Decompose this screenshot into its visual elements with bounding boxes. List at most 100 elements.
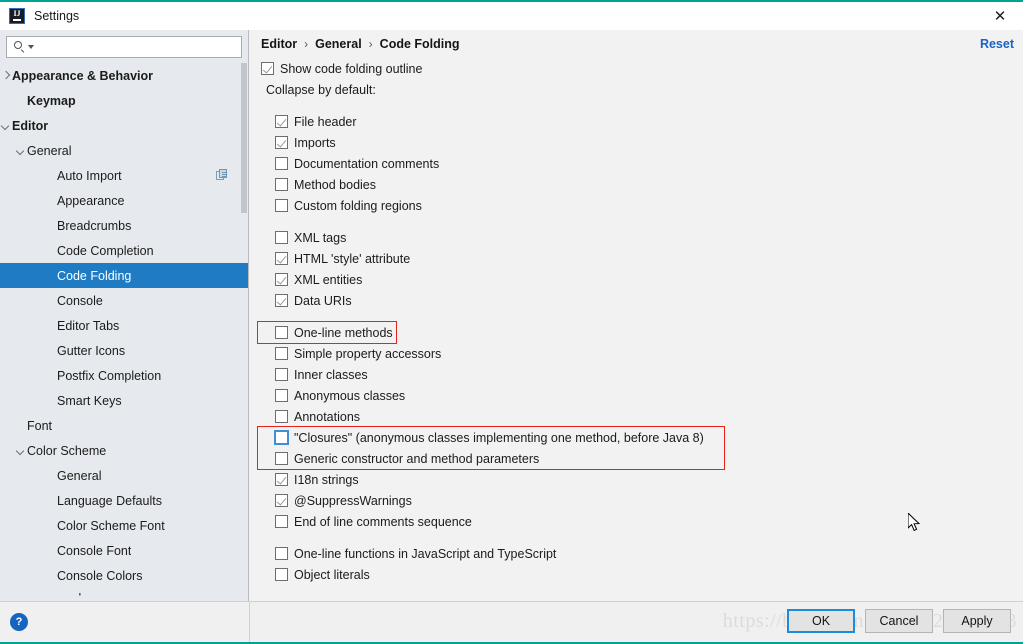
checkbox-row-documentation-comments[interactable]: Documentation comments [261, 153, 1023, 174]
sidebar-item-label: Console Font [57, 543, 132, 558]
checkbox-icon[interactable] [275, 115, 288, 128]
chevron-down-icon[interactable] [15, 445, 26, 456]
search-container [0, 30, 248, 63]
checkbox-row-object-literals[interactable]: Object literals [261, 564, 1023, 585]
sidebar-item-console[interactable]: Console [0, 288, 248, 313]
checkbox-row-i18n-strings[interactable]: I18n strings [261, 469, 1023, 490]
checkbox-icon[interactable] [275, 157, 288, 170]
sidebar-item-appearance-behavior[interactable]: Appearance & Behavior [0, 63, 248, 88]
checkbox-row-anonymous-classes[interactable]: Anonymous classes [261, 385, 1023, 406]
checkbox-row-annotations[interactable]: Annotations [261, 406, 1023, 427]
checkbox-row-xml-entities[interactable]: XML entities [261, 269, 1023, 290]
sidebar-item-appearance[interactable]: Appearance [0, 188, 248, 213]
checkbox-icon[interactable] [275, 473, 288, 486]
checkbox-icon[interactable] [275, 431, 288, 444]
checkbox-row-generic-constructor-and-method-parameter[interactable]: Generic constructor and method parameter… [261, 448, 1023, 469]
checkbox-icon[interactable] [275, 273, 288, 286]
checkbox-icon[interactable] [275, 252, 288, 265]
sidebar-item-label: Font [27, 418, 53, 433]
sidebar-scrollbar-thumb[interactable] [241, 63, 247, 213]
checkbox-row-end-of-line-comments-sequence[interactable]: End of line comments sequence [261, 511, 1023, 532]
checkbox-label: Generic constructor and method parameter… [294, 451, 540, 466]
checkbox-label: Inner classes [294, 367, 368, 382]
checkbox-icon[interactable] [275, 231, 288, 244]
checkbox-row-html-style-attribute[interactable]: HTML 'style' attribute [261, 248, 1023, 269]
checkbox-icon[interactable] [275, 178, 288, 191]
checkbox-icon[interactable] [275, 368, 288, 381]
sidebar-item-label: Gutter Icons [57, 343, 126, 358]
breadcrumb-item-general[interactable]: General [315, 37, 362, 51]
checkbox-row-show-code-folding-outline[interactable]: Show code folding outline [261, 58, 1023, 79]
checkbox-row-one-line-methods[interactable]: One-line methods [261, 322, 1023, 343]
sidebar-item-breadcrumbs[interactable]: Breadcrumbs [0, 213, 248, 238]
sidebar-scrollbar[interactable] [241, 63, 248, 601]
sidebar-item-editor-tabs[interactable]: Editor Tabs [0, 313, 248, 338]
checkbox-row-method-bodies[interactable]: Method bodies [261, 174, 1023, 195]
settings-tree[interactable]: Appearance & Behavior Keymap Editor General… [0, 63, 248, 601]
sidebar-item-keymap[interactable]: Keymap [0, 88, 248, 113]
sidebar-item-code-folding[interactable]: Code Folding [0, 263, 248, 288]
sidebar-item-label: Language Defaults [57, 493, 162, 508]
sidebar-item-label: Color Scheme Font [57, 518, 165, 533]
sidebar-item-postfix-completion[interactable]: Postfix Completion [0, 363, 248, 388]
checkbox-row-one-line-functions-in-javascript-and-typ[interactable]: One-line functions in JavaScript and Typ… [261, 543, 1023, 564]
breadcrumb-item-editor[interactable]: Editor [261, 37, 297, 51]
sidebar-item-label: Color Scheme [27, 443, 107, 458]
checkbox-row-suppresswarnings[interactable]: @SuppressWarnings [261, 490, 1023, 511]
sidebar-item-general[interactable]: General [0, 463, 248, 488]
sidebar-item-color-scheme-font[interactable]: Color Scheme Font [0, 513, 248, 538]
sidebar-item-editor[interactable]: Editor [0, 113, 248, 138]
checkbox-icon[interactable] [275, 410, 288, 423]
checkbox-row-imports[interactable]: Imports [261, 132, 1023, 153]
sidebar-item-font[interactable]: Font [0, 413, 248, 438]
tree-item-clipped[interactable]: Scopes [0, 593, 248, 601]
checkbox-row-custom-folding-regions[interactable]: Custom folding regions [261, 195, 1023, 216]
search-box[interactable] [6, 36, 242, 58]
close-icon[interactable]: ✕ [977, 2, 1023, 30]
sidebar-item-code-completion[interactable]: Code Completion [0, 238, 248, 263]
cancel-button[interactable]: Cancel [865, 609, 933, 633]
checkbox-row-inner-classes[interactable]: Inner classes [261, 364, 1023, 385]
checkbox-icon[interactable] [261, 62, 274, 75]
checkbox-icon[interactable] [275, 347, 288, 360]
chevron-down-icon[interactable] [0, 120, 11, 131]
help-icon[interactable]: ? [10, 613, 28, 631]
sidebar-item-console-font[interactable]: Console Font [0, 538, 248, 563]
checkbox-row-closures-anonymous-classes-implementing-[interactable]: "Closures" (anonymous classes implementi… [261, 427, 1023, 448]
checkbox-icon[interactable] [275, 547, 288, 560]
sidebar-item-color-scheme[interactable]: Color Scheme [0, 438, 248, 463]
reset-link[interactable]: Reset [980, 37, 1014, 51]
checkbox-row-xml-tags[interactable]: XML tags [261, 227, 1023, 248]
apply-button[interactable]: Apply [943, 609, 1011, 633]
search-input[interactable] [34, 38, 241, 56]
copy-settings-icon[interactable] [216, 169, 229, 182]
chevron-down-icon[interactable] [15, 145, 26, 156]
sidebar-item-label: Code Folding [57, 268, 132, 283]
checkbox-icon[interactable] [275, 294, 288, 307]
checkbox-icon[interactable] [275, 326, 288, 339]
sidebar-item-console-colors[interactable]: Console Colors [0, 563, 248, 588]
checkbox-label: Custom folding regions [294, 198, 422, 213]
checkbox-icon[interactable] [275, 494, 288, 507]
checkbox-label: XML entities [294, 272, 363, 287]
sidebar-item-auto-import[interactable]: Auto Import [0, 163, 248, 188]
sidebar-item-smart-keys[interactable]: Smart Keys [0, 388, 248, 413]
sidebar-item-general[interactable]: General [0, 138, 248, 163]
sidebar-item-label: Postfix Completion [57, 368, 162, 383]
checkbox-icon[interactable] [275, 568, 288, 581]
checkbox-row-simple-property-accessors[interactable]: Simple property accessors [261, 343, 1023, 364]
checkbox-label: Anonymous classes [294, 388, 406, 403]
checkbox-icon[interactable] [275, 199, 288, 212]
sidebar-item-gutter-icons[interactable]: Gutter Icons [0, 338, 248, 363]
checkbox-icon[interactable] [275, 136, 288, 149]
sidebar-item-language-defaults[interactable]: Language Defaults [0, 488, 248, 513]
checkbox-icon[interactable] [275, 515, 288, 528]
checkbox-row-data-uris[interactable]: Data URIs [261, 290, 1023, 311]
ok-button[interactable]: OK [787, 609, 855, 633]
checkbox-icon[interactable] [275, 389, 288, 402]
checkbox-icon[interactable] [275, 452, 288, 465]
breadcrumb-separator-icon: › [368, 37, 373, 51]
chevron-right-icon[interactable] [0, 70, 11, 81]
checkbox-row-file-header[interactable]: File header [261, 111, 1023, 132]
footer-divider [249, 601, 250, 642]
